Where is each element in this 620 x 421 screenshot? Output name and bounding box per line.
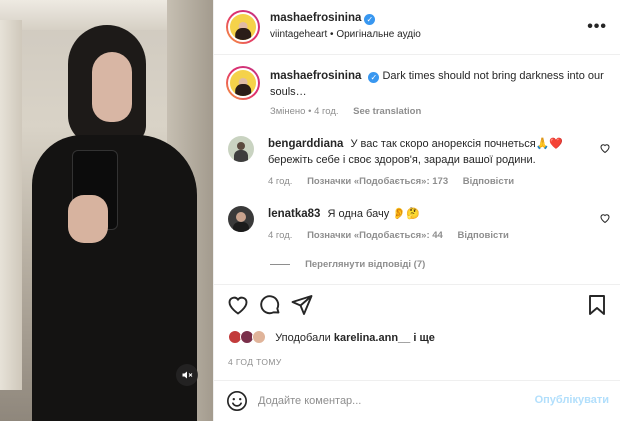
comment-composer: Опублікувати <box>214 380 620 421</box>
comment-text: Я одна бачу 👂🤔 <box>327 208 420 220</box>
caption-edited: Змінено <box>270 106 306 117</box>
post-header: mashaefrosinina ✓ viintageheart • Оригіна… <box>214 0 620 55</box>
liked-by: Уподобали karelina.ann__ і ще <box>228 330 435 344</box>
caption-time: 4 год. <box>314 106 339 117</box>
media-figure-face <box>92 52 132 122</box>
comment-avatar[interactable] <box>228 206 254 232</box>
post-panel: mashaefrosinina ✓ viintageheart • Оригіна… <box>213 0 620 421</box>
comment-item: lenatka83 Я одна бачу 👂🤔 4 год. Позначки… <box>268 206 598 241</box>
audio-author[interactable]: viintageheart <box>270 29 327 40</box>
caption-username[interactable]: mashaefrosinina <box>270 70 361 82</box>
like-heart-icon[interactable] <box>226 293 250 317</box>
caption-avatar[interactable] <box>226 66 260 100</box>
speaker-muted-icon <box>182 371 193 379</box>
media-door <box>0 20 22 390</box>
comment-username[interactable]: bengarddiana <box>268 138 343 150</box>
comment-item: bengarddiana У вас так скоро анорексія п… <box>268 136 598 187</box>
post-actions: Уподобали karelina.ann__ і ще 4 ГОД ТОМУ <box>214 284 620 384</box>
mute-button[interactable] <box>176 364 198 386</box>
comment-input[interactable] <box>258 391 518 411</box>
emoji-smiley-icon[interactable] <box>226 390 248 412</box>
save-bookmark-icon[interactable] <box>585 293 609 317</box>
comment-avatar[interactable] <box>228 136 254 162</box>
verified-icon: ✓ <box>368 72 380 83</box>
audio-line: viintageheart • Оригінальне аудіо <box>270 29 421 40</box>
comment-likes[interactable]: Позначки «Подобається»: 44 <box>307 230 443 241</box>
liker-avatar[interactable] <box>252 330 267 344</box>
comments-list: mashaefrosinina ✓ Dark times should not b… <box>214 56 620 284</box>
comment-like-heart-icon[interactable] <box>599 212 611 224</box>
reply-button[interactable]: Відповісти <box>457 230 508 241</box>
post-time-ago[interactable]: 4 ГОД ТОМУ <box>228 357 282 367</box>
liked-others[interactable]: і ще <box>413 332 435 344</box>
see-translation-link[interactable]: See translation <box>353 106 421 117</box>
liked-user[interactable]: karelina.ann__ <box>334 332 410 344</box>
reply-button[interactable]: Відповісти <box>463 176 514 187</box>
comment-time: 4 год. <box>268 176 293 187</box>
caption: mashaefrosinina ✓ Dark times should not b… <box>270 70 604 117</box>
comment-likes[interactable]: Позначки «Подобається»: 173 <box>307 176 448 187</box>
comment-time: 4 год. <box>268 230 293 241</box>
comment-bubble-icon[interactable] <box>258 293 282 317</box>
audio-label[interactable]: Оригінальне аудіо <box>336 29 421 40</box>
post-comment-button[interactable]: Опублікувати <box>535 394 609 406</box>
liked-prefix: Уподобали <box>275 332 331 344</box>
comment-like-heart-icon[interactable] <box>599 142 611 154</box>
comment-username[interactable]: lenatka83 <box>268 208 320 220</box>
view-replies-button[interactable]: Переглянути відповіді (7) <box>270 258 425 270</box>
replies-divider <box>270 263 290 265</box>
author-username[interactable]: mashaefrosinina <box>270 12 361 24</box>
author-avatar[interactable] <box>226 10 260 44</box>
media-hand <box>68 195 108 243</box>
share-paper-plane-icon[interactable] <box>290 293 314 317</box>
verified-icon: ✓ <box>364 14 376 25</box>
view-replies-label: Переглянути відповіді (7) <box>305 259 426 270</box>
more-options-button[interactable]: ••• <box>587 18 607 36</box>
post-media[interactable] <box>0 0 213 421</box>
